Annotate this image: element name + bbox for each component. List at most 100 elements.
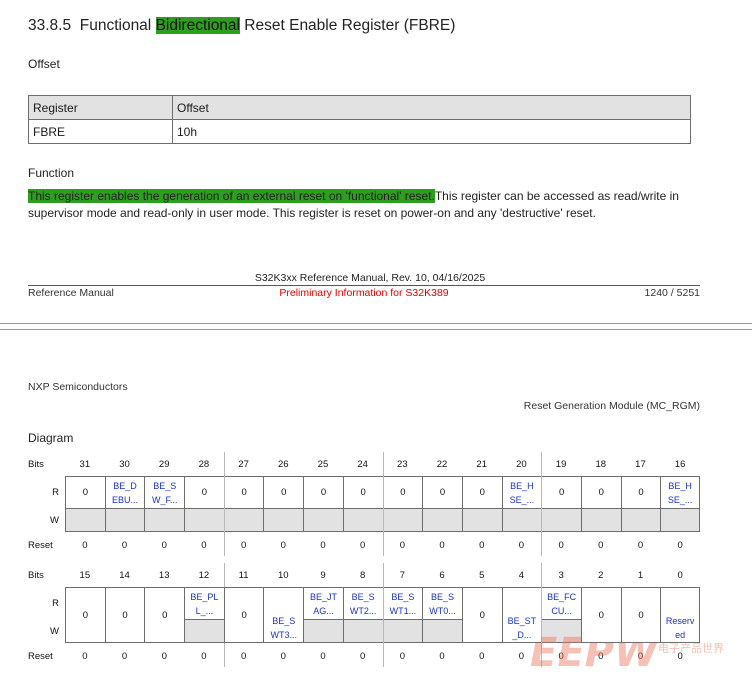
function-label: Function (28, 166, 75, 180)
upper-reset-value: 0 (479, 539, 485, 551)
lower-bit-number: 13 (158, 569, 170, 581)
upper-bit-number: 16 (674, 458, 686, 470)
upper-bit-number: 28 (198, 458, 210, 470)
upper-bit-number: 23 (397, 458, 408, 470)
lower-field-write (303, 620, 343, 643)
upper-bit-number: 29 (158, 458, 170, 470)
upper-field-write (104, 509, 145, 532)
watermark-tagline: 电子产品世界 (658, 641, 724, 655)
lower-bit-number: 12 (198, 569, 210, 581)
lower-field-read: BE_S WT3... (263, 587, 304, 643)
lower-field-read: BE_S WT0... (422, 587, 462, 620)
lower-field-read: Reserv ed (660, 587, 700, 643)
upper-field-read: BE_D EBU... (104, 476, 145, 509)
upper-field-write (65, 509, 105, 532)
lower-bit-number: 9 (320, 569, 326, 581)
offset-header-register: Register (28, 95, 173, 120)
upper-reset-value: 0 (439, 539, 445, 551)
section-number: 33.8.5 (28, 17, 72, 34)
upper-reset-value: 0 (121, 539, 128, 551)
lower-field-read: 0 (223, 587, 264, 643)
offset-cell-register: FBRE (28, 119, 173, 144)
lower-reset-value: 0 (320, 650, 326, 662)
reset-label: Reset (28, 650, 53, 662)
function-description: This register enables the generation of … (28, 188, 708, 222)
upper-field-write (144, 509, 185, 532)
upper-bit-number: 17 (635, 458, 646, 470)
header-module: Reset Generation Module (MC_RGM) (523, 400, 700, 412)
register-diagram-upper: Bits 31 30 29 28 27 26 25 24 23 22 21 20 19 18 17 16 R … (28, 452, 700, 556)
lower-field-read: BE_ST _D... (501, 587, 542, 643)
write-label: W (50, 515, 59, 526)
lower-field-read: BE_FC CU... (541, 587, 581, 620)
read-label: R (52, 598, 59, 609)
upper-bit-number: 26 (277, 458, 289, 470)
lower-bit-number: 7 (399, 569, 405, 581)
upper-field-read: 0 (580, 476, 621, 509)
upper-bit-number: 30 (119, 458, 130, 470)
lower-bit-number: 0 (677, 569, 683, 581)
lower-field-read: BE_S WT2... (342, 587, 383, 620)
lower-bit-number: 5 (479, 569, 485, 581)
read-row-upper: R 0 BE_D EBU... BE_S W_F... 0 0 0 0 0 0 0 0 BE_H SE_..… (28, 476, 700, 509)
lower-field-write (422, 620, 462, 643)
upper-reset-value: 0 (598, 539, 604, 551)
lower-reset-value: 0 (201, 650, 207, 662)
upper-field-read: 0 (620, 476, 661, 509)
upper-field-read: 0 (382, 476, 423, 509)
upper-reset-value: 0 (518, 539, 525, 551)
lower-field-read: 0 (104, 587, 145, 643)
lower-bit-number: 6 (439, 569, 445, 581)
upper-field-read: BE_H SE_... (501, 476, 542, 509)
upper-field-write (342, 509, 383, 532)
bits-row-upper: Bits 31 30 29 28 27 26 25 24 23 22 21 20 19 18 17 16 (28, 456, 700, 472)
lower-bit-number: 15 (79, 569, 91, 581)
lower-reset-value: 0 (399, 650, 405, 662)
upper-reset-value: 0 (360, 539, 366, 551)
upper-field-read: 0 (461, 476, 502, 509)
lower-field-write (184, 620, 224, 643)
upper-reset-value: 0 (399, 539, 405, 551)
upper-field-write (184, 509, 224, 532)
upper-bit-number: 31 (79, 458, 91, 470)
section-title: 33.8.5 Functional Bidirectional Reset En… (28, 17, 455, 35)
footer-page-number: 1240 / 5251 (644, 287, 700, 299)
bits-label: Bits (28, 569, 44, 581)
reset-label: Reset (28, 539, 53, 551)
page-break-line-top (0, 323, 752, 324)
upper-field-write (580, 509, 621, 532)
nibble-separator (382, 452, 384, 556)
upper-field-write (501, 509, 542, 532)
lower-reset-value: 0 (240, 650, 247, 662)
upper-field-write (620, 509, 661, 532)
offset-label: Offset (28, 57, 60, 71)
lower-field-read: BE_S WT1... (382, 587, 423, 620)
upper-reset-value: 0 (82, 539, 88, 551)
upper-bit-number: 25 (317, 458, 329, 470)
upper-reset-value: 0 (201, 539, 207, 551)
upper-field-read: BE_S W_F... (144, 476, 185, 509)
lower-field-read: 0 (580, 587, 621, 643)
upper-field-write (263, 509, 304, 532)
upper-field-read: 0 (342, 476, 383, 509)
footer-preliminary: Preliminary Information for S32K389 (279, 287, 449, 299)
upper-reset-value: 0 (637, 539, 644, 551)
lower-field-read: 0 (65, 587, 105, 643)
lower-bit-number: 8 (360, 569, 366, 581)
upper-reset-value: 0 (161, 539, 167, 551)
offset-table-row: FBRE 10h (28, 119, 691, 144)
reset-row-upper: Reset 0 0 0 0 0 0 0 0 0 0 0 0 0 0 0 0 (28, 537, 700, 553)
lower-bit-number: 4 (518, 569, 525, 581)
lower-field-read: 0 (620, 587, 661, 643)
lower-bit-number: 10 (277, 569, 289, 581)
bits-label: Bits (28, 458, 44, 470)
upper-field-read: 0 (184, 476, 224, 509)
read-row-lower: R 0 0 0 BE_PL L_... 0 BE_S WT3... BE_JT AG... BE_S… (28, 587, 700, 643)
upper-bit-number: 22 (436, 458, 448, 470)
lower-reset-value: 0 (439, 650, 445, 662)
manual-page-top: 33.8.5 Functional Bidirectional Reset En… (0, 0, 752, 322)
lower-reset-value: 0 (82, 650, 88, 662)
upper-field-read: 0 (422, 476, 462, 509)
upper-field-read: 0 (303, 476, 343, 509)
upper-field-write (223, 509, 264, 532)
